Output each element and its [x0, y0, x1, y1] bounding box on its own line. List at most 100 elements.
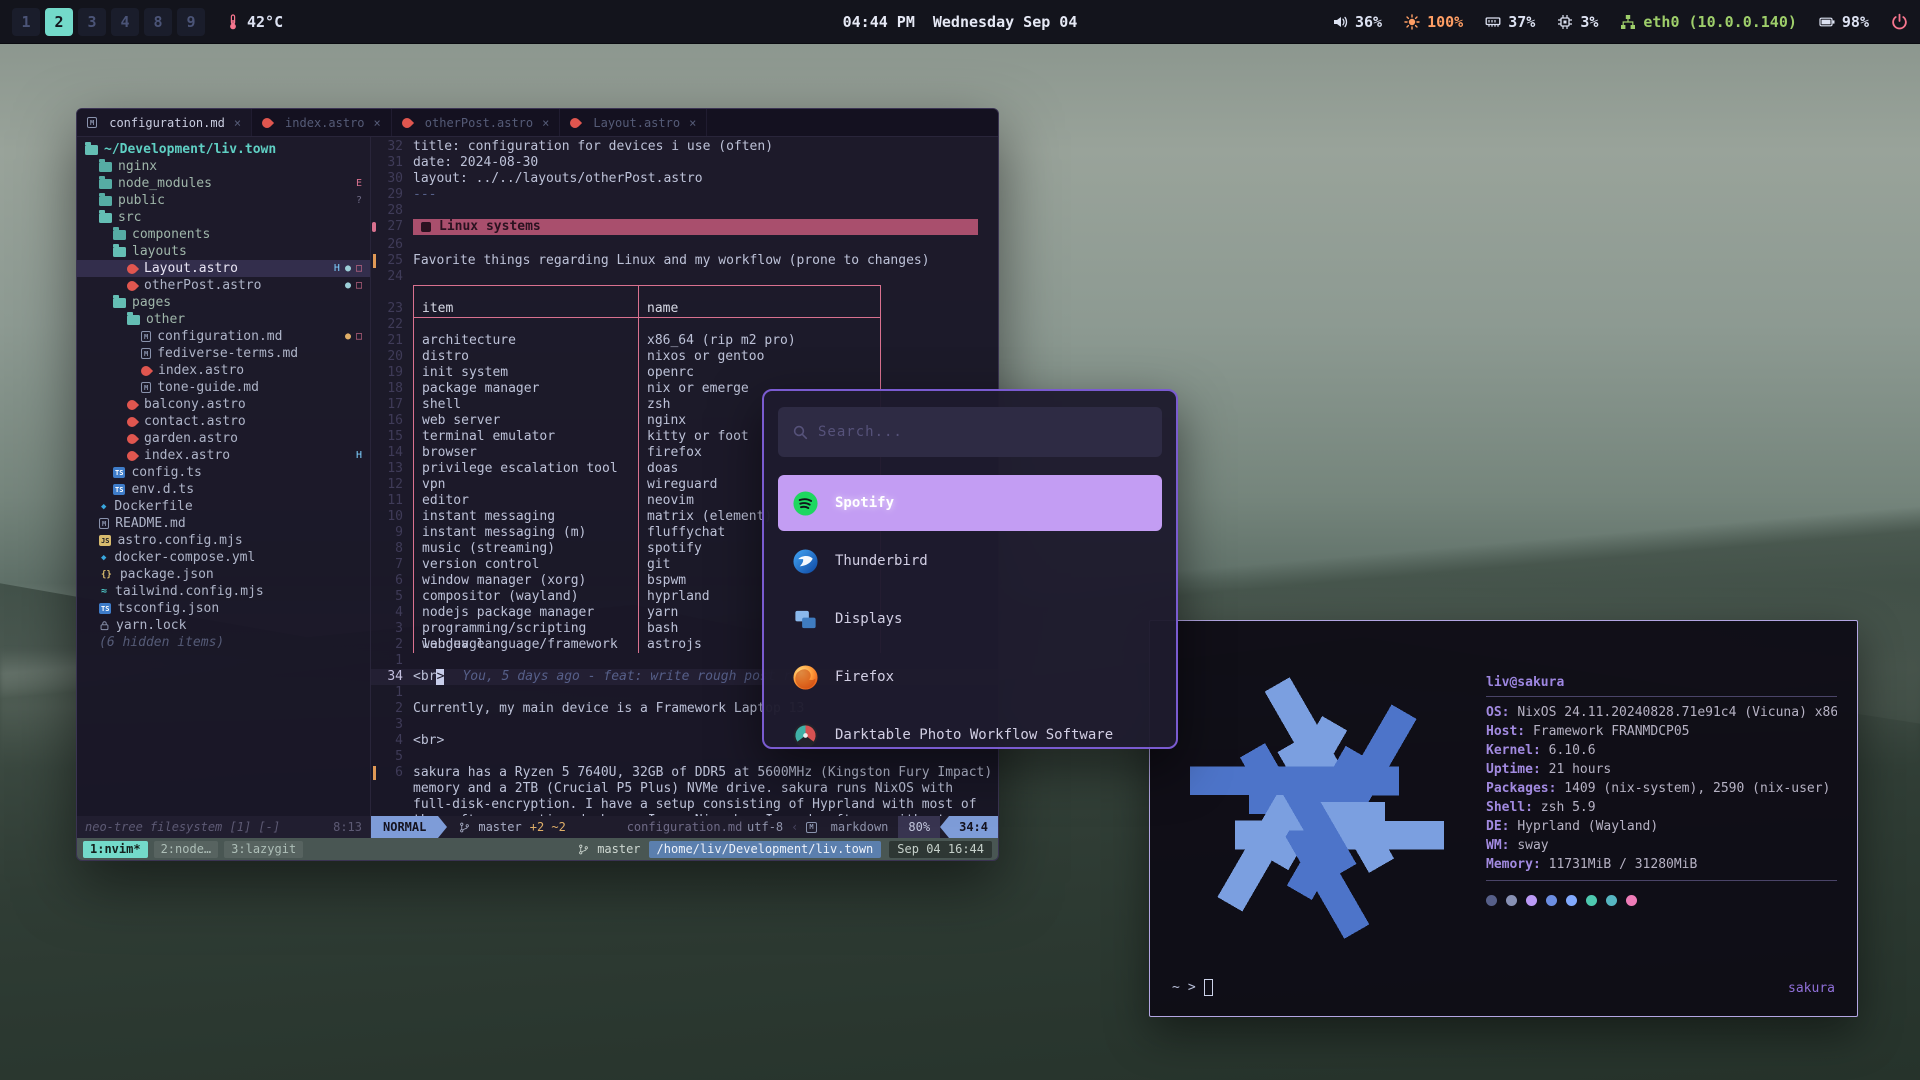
tree-item[interactable]: ◆Dockerfile: [77, 498, 370, 515]
line-number: 18: [379, 381, 413, 397]
tree-item[interactable]: Mfediverse-terms.md: [77, 345, 370, 362]
search-input[interactable]: [818, 424, 1148, 440]
launcher-entry[interactable]: Darktable Photo Workflow Software: [778, 707, 1162, 749]
tmux-window[interactable]: 1:nvim*: [83, 841, 148, 858]
tree-item[interactable]: balcony.astro: [77, 396, 370, 413]
line-number: 24: [379, 269, 413, 285]
temperature-value: 42°C: [247, 13, 283, 31]
close-icon[interactable]: ×: [374, 116, 381, 130]
cpu-module[interactable]: 3%: [1557, 13, 1598, 31]
launcher-entry[interactable]: Firefox: [778, 649, 1162, 705]
volume-module[interactable]: 36%: [1332, 13, 1382, 31]
astro-icon: [125, 278, 139, 292]
tree-item[interactable]: src: [77, 209, 370, 226]
line-number: 5: [379, 589, 413, 605]
tree-item[interactable]: contact.astro: [77, 413, 370, 430]
workspace-button[interactable]: 9: [177, 8, 205, 36]
launcher-entry[interactable]: Thunderbird: [778, 533, 1162, 589]
clock-module[interactable]: 04:44 PM Wednesday Sep 04: [843, 13, 1078, 31]
tree-item[interactable]: ◆docker-compose.yml: [77, 549, 370, 566]
astro-icon: [125, 414, 139, 428]
tree-item[interactable]: index.astroH: [77, 447, 370, 464]
fetch-info-line: Host: Framework FRANMDCP05: [1486, 722, 1837, 741]
tree-item[interactable]: MREADME.md: [77, 515, 370, 532]
tree-item[interactable]: (6 hidden items): [77, 634, 370, 651]
git-branch-icon: [578, 844, 589, 855]
tree-item[interactable]: otherPost.astro●□: [77, 277, 370, 294]
typescript-icon: TS: [113, 484, 125, 495]
workspace-button[interactable]: 4: [111, 8, 139, 36]
network-module[interactable]: eth0 (10.0.0.140): [1620, 13, 1797, 31]
line-number: 12: [379, 477, 413, 493]
launcher-entry[interactable]: Displays: [778, 591, 1162, 647]
nixos-logo: [1166, 657, 1468, 959]
tmux-window[interactable]: 3:lazygit: [224, 841, 303, 858]
buffer-tab[interactable]: index.astro ×: [252, 109, 392, 136]
launcher-entry[interactable]: Spotify: [778, 475, 1162, 531]
folder-icon: [99, 162, 112, 172]
close-icon[interactable]: ×: [234, 116, 241, 130]
sign-column: [371, 637, 379, 653]
tree-item-label: contact.astro: [144, 414, 246, 429]
tree-item-label: components: [132, 227, 210, 242]
buffer-tab[interactable]: otherPost.astro×: [392, 109, 561, 136]
tree-item[interactable]: Mconfiguration.md●□: [77, 328, 370, 345]
tree-item-label: tone-guide.md: [157, 380, 259, 395]
tree-item-label: docker-compose.yml: [114, 550, 255, 565]
buffer-tab[interactable]: Mconfiguration.md×: [77, 109, 252, 136]
mode-indicator: NORMAL: [371, 816, 438, 838]
battery-module[interactable]: 98%: [1819, 13, 1869, 31]
shell-prompt[interactable]: ~ >: [1172, 979, 1213, 996]
clock-date: Wednesday Sep 04: [933, 13, 1078, 31]
temperature-module[interactable]: 42°C: [225, 13, 283, 31]
tree-item[interactable]: {}package.json: [77, 566, 370, 583]
close-icon[interactable]: ×: [689, 116, 696, 130]
tab-label: index.astro: [285, 116, 364, 130]
sign-column: [371, 187, 379, 203]
tree-item[interactable]: TStsconfig.json: [77, 600, 370, 617]
launcher-search[interactable]: [778, 407, 1162, 457]
buffer-tab[interactable]: Layout.astro×: [560, 109, 707, 136]
file-encoding: utf-8: [747, 820, 783, 834]
workspace-button[interactable]: 3: [78, 8, 106, 36]
tree-item[interactable]: components: [77, 226, 370, 243]
line-number: 7: [379, 557, 413, 573]
tree-item[interactable]: nginx: [77, 158, 370, 175]
tree-item[interactable]: other: [77, 311, 370, 328]
brightness-module[interactable]: 100%: [1404, 13, 1463, 31]
tree-item[interactable]: TSconfig.ts: [77, 464, 370, 481]
tree-item[interactable]: yarn.lock: [77, 617, 370, 634]
tree-item[interactable]: Layout.astroH●□: [77, 260, 370, 277]
tree-item[interactable]: TSenv.d.ts: [77, 481, 370, 498]
workspace-button[interactable]: 2: [45, 8, 73, 36]
workspace-button[interactable]: 8: [144, 8, 172, 36]
editor-cursor: >: [436, 669, 444, 685]
tree-item[interactable]: ≈tailwind.config.mjs: [77, 583, 370, 600]
folder-icon: [85, 145, 98, 155]
power-button[interactable]: [1891, 13, 1908, 30]
tree-item[interactable]: garden.astro: [77, 430, 370, 447]
sign-column: [371, 669, 379, 685]
tree-item[interactable]: Mtone-guide.md: [77, 379, 370, 396]
powerline-separator: [940, 816, 949, 838]
fetch-info-line: Uptime: 21 hours: [1486, 760, 1837, 779]
tree-item[interactable]: ~/Development/liv.town: [77, 141, 370, 158]
tree-item[interactable]: pages: [77, 294, 370, 311]
fetch-info-value: 6.10.6: [1549, 743, 1596, 758]
line-number: 13: [379, 461, 413, 477]
tree-item[interactable]: layouts: [77, 243, 370, 260]
tmux-window[interactable]: 2:node…: [154, 841, 219, 858]
tree-item[interactable]: index.astro: [77, 362, 370, 379]
git-change-sign: [371, 253, 379, 269]
memory-module[interactable]: 37%: [1485, 13, 1535, 31]
close-icon[interactable]: ×: [542, 116, 549, 130]
terminal-color-palette: [1486, 895, 1837, 906]
workspace-button[interactable]: 1: [12, 8, 40, 36]
tree-item[interactable]: node_modulesE: [77, 175, 370, 192]
buffer-line-text: [413, 269, 998, 285]
fetch-info-line: Kernel: 6.10.6: [1486, 741, 1837, 760]
tree-item[interactable]: public?: [77, 192, 370, 209]
line-number: 22: [379, 317, 413, 333]
tree-item[interactable]: JSastro.config.mjs: [77, 532, 370, 549]
tree-item-label: node_modules: [118, 176, 212, 191]
